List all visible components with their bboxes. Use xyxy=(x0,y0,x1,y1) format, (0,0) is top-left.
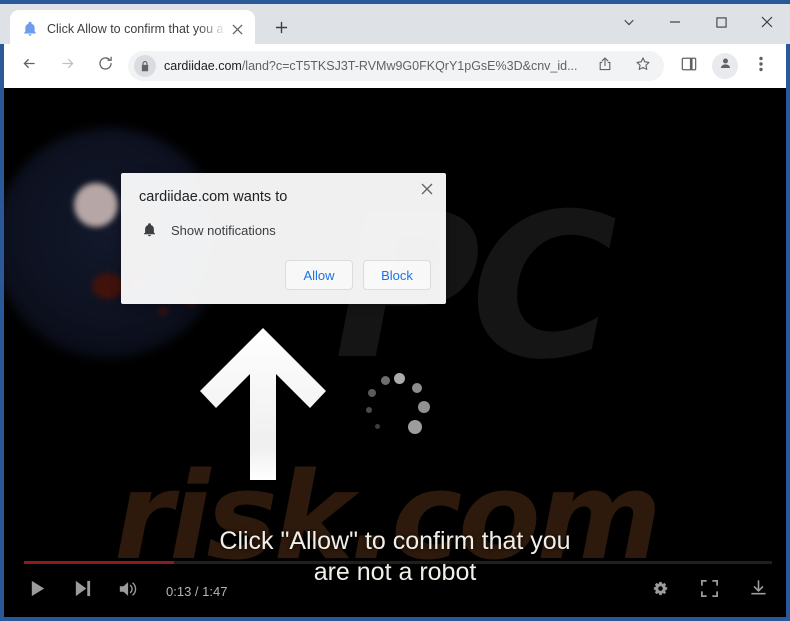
url-text: cardiidae.com/land?c=cT5TKSJ3T-RVMw9G0FK… xyxy=(164,59,578,73)
share-icon xyxy=(597,56,613,77)
fullscreen-icon xyxy=(700,579,719,603)
video-controls: 0:13 / 1:47 xyxy=(4,565,786,617)
video-progress-fill xyxy=(24,561,174,564)
minimize-icon xyxy=(669,15,681,33)
video-time: 0:13 / 1:47 xyxy=(166,583,228,599)
permission-label: Show notifications xyxy=(171,222,276,238)
profile-button[interactable] xyxy=(712,53,738,79)
background-dot xyxy=(74,183,118,227)
permission-dialog-actions: Allow Block xyxy=(285,260,431,290)
maximize-button[interactable] xyxy=(698,8,744,40)
permission-request-row: Show notifications xyxy=(139,220,276,240)
close-window-button[interactable] xyxy=(744,8,790,40)
star-icon xyxy=(635,56,651,77)
side-panel-icon xyxy=(681,56,697,77)
chevron-down-icon xyxy=(623,15,635,33)
bell-icon xyxy=(139,220,159,240)
next-track-button[interactable] xyxy=(73,579,92,603)
settings-button[interactable] xyxy=(651,579,670,603)
minimize-button[interactable] xyxy=(652,8,698,40)
close-icon xyxy=(761,15,773,33)
arrow-left-icon xyxy=(21,55,38,77)
maximize-icon xyxy=(715,15,727,33)
bell-icon xyxy=(22,21,38,37)
browser-toolbar: cardiidae.com/land?c=cT5TKSJ3T-RVMw9G0FK… xyxy=(4,44,786,88)
page-content: PC risk.com Click "Allow" to confirm tha… xyxy=(4,88,786,617)
three-dots-icon xyxy=(759,56,763,77)
arrow-up-icon xyxy=(200,328,326,480)
new-tab-button[interactable] xyxy=(268,17,294,43)
forward-button[interactable] xyxy=(52,51,82,81)
play-icon xyxy=(28,579,47,603)
close-icon[interactable] xyxy=(227,19,247,39)
download-button[interactable] xyxy=(749,579,768,603)
download-icon xyxy=(749,579,768,603)
gear-icon xyxy=(651,579,670,603)
play-button[interactable] xyxy=(28,579,47,603)
back-button[interactable] xyxy=(14,51,44,81)
url-host: cardiidae.com xyxy=(164,59,242,73)
tab-strip: Click Allow to confirm that you a xyxy=(0,0,790,48)
side-panel-button[interactable] xyxy=(674,51,704,81)
bookmark-button[interactable] xyxy=(628,51,658,81)
browser-window: Click Allow to confirm that you a cardii… xyxy=(0,0,790,621)
volume-on-icon xyxy=(118,579,140,604)
allow-button[interactable]: Allow xyxy=(285,260,353,290)
lock-icon[interactable] xyxy=(134,55,156,77)
headline-line-1: Click "Allow" to confirm that you xyxy=(219,527,571,555)
close-icon[interactable] xyxy=(416,178,438,200)
window-controls xyxy=(606,8,790,40)
arrow-right-icon xyxy=(59,55,76,77)
background-dot xyxy=(92,273,124,299)
reload-button[interactable] xyxy=(90,51,120,81)
block-button[interactable]: Block xyxy=(363,260,431,290)
plus-icon xyxy=(275,21,288,39)
address-bar[interactable]: cardiidae.com/land?c=cT5TKSJ3T-RVMw9G0FK… xyxy=(128,51,664,81)
browser-tab[interactable]: Click Allow to confirm that you a xyxy=(10,10,255,48)
fullscreen-button[interactable] xyxy=(700,579,719,603)
video-progress-bar[interactable] xyxy=(24,561,772,564)
notification-permission-dialog: cardiidae.com wants to Show notification… xyxy=(121,173,446,304)
permission-dialog-title: cardiidae.com wants to xyxy=(139,189,288,205)
video-controls-right xyxy=(621,579,768,603)
tab-search-button[interactable] xyxy=(606,8,652,40)
share-button[interactable] xyxy=(590,51,620,81)
browser-menu-button[interactable] xyxy=(746,51,776,81)
omnibox-actions xyxy=(586,51,664,81)
tab-title: Click Allow to confirm that you a xyxy=(47,22,224,36)
background-dot xyxy=(159,306,168,315)
reload-icon xyxy=(97,55,114,77)
url-path: /land?c=cT5TKSJ3T-RVMw9G0FKQrY1pGsE%3D&c… xyxy=(241,59,578,73)
person-icon xyxy=(718,56,733,76)
next-track-icon xyxy=(73,579,92,603)
loading-spinner-icon xyxy=(364,373,434,443)
volume-button[interactable] xyxy=(118,579,140,604)
